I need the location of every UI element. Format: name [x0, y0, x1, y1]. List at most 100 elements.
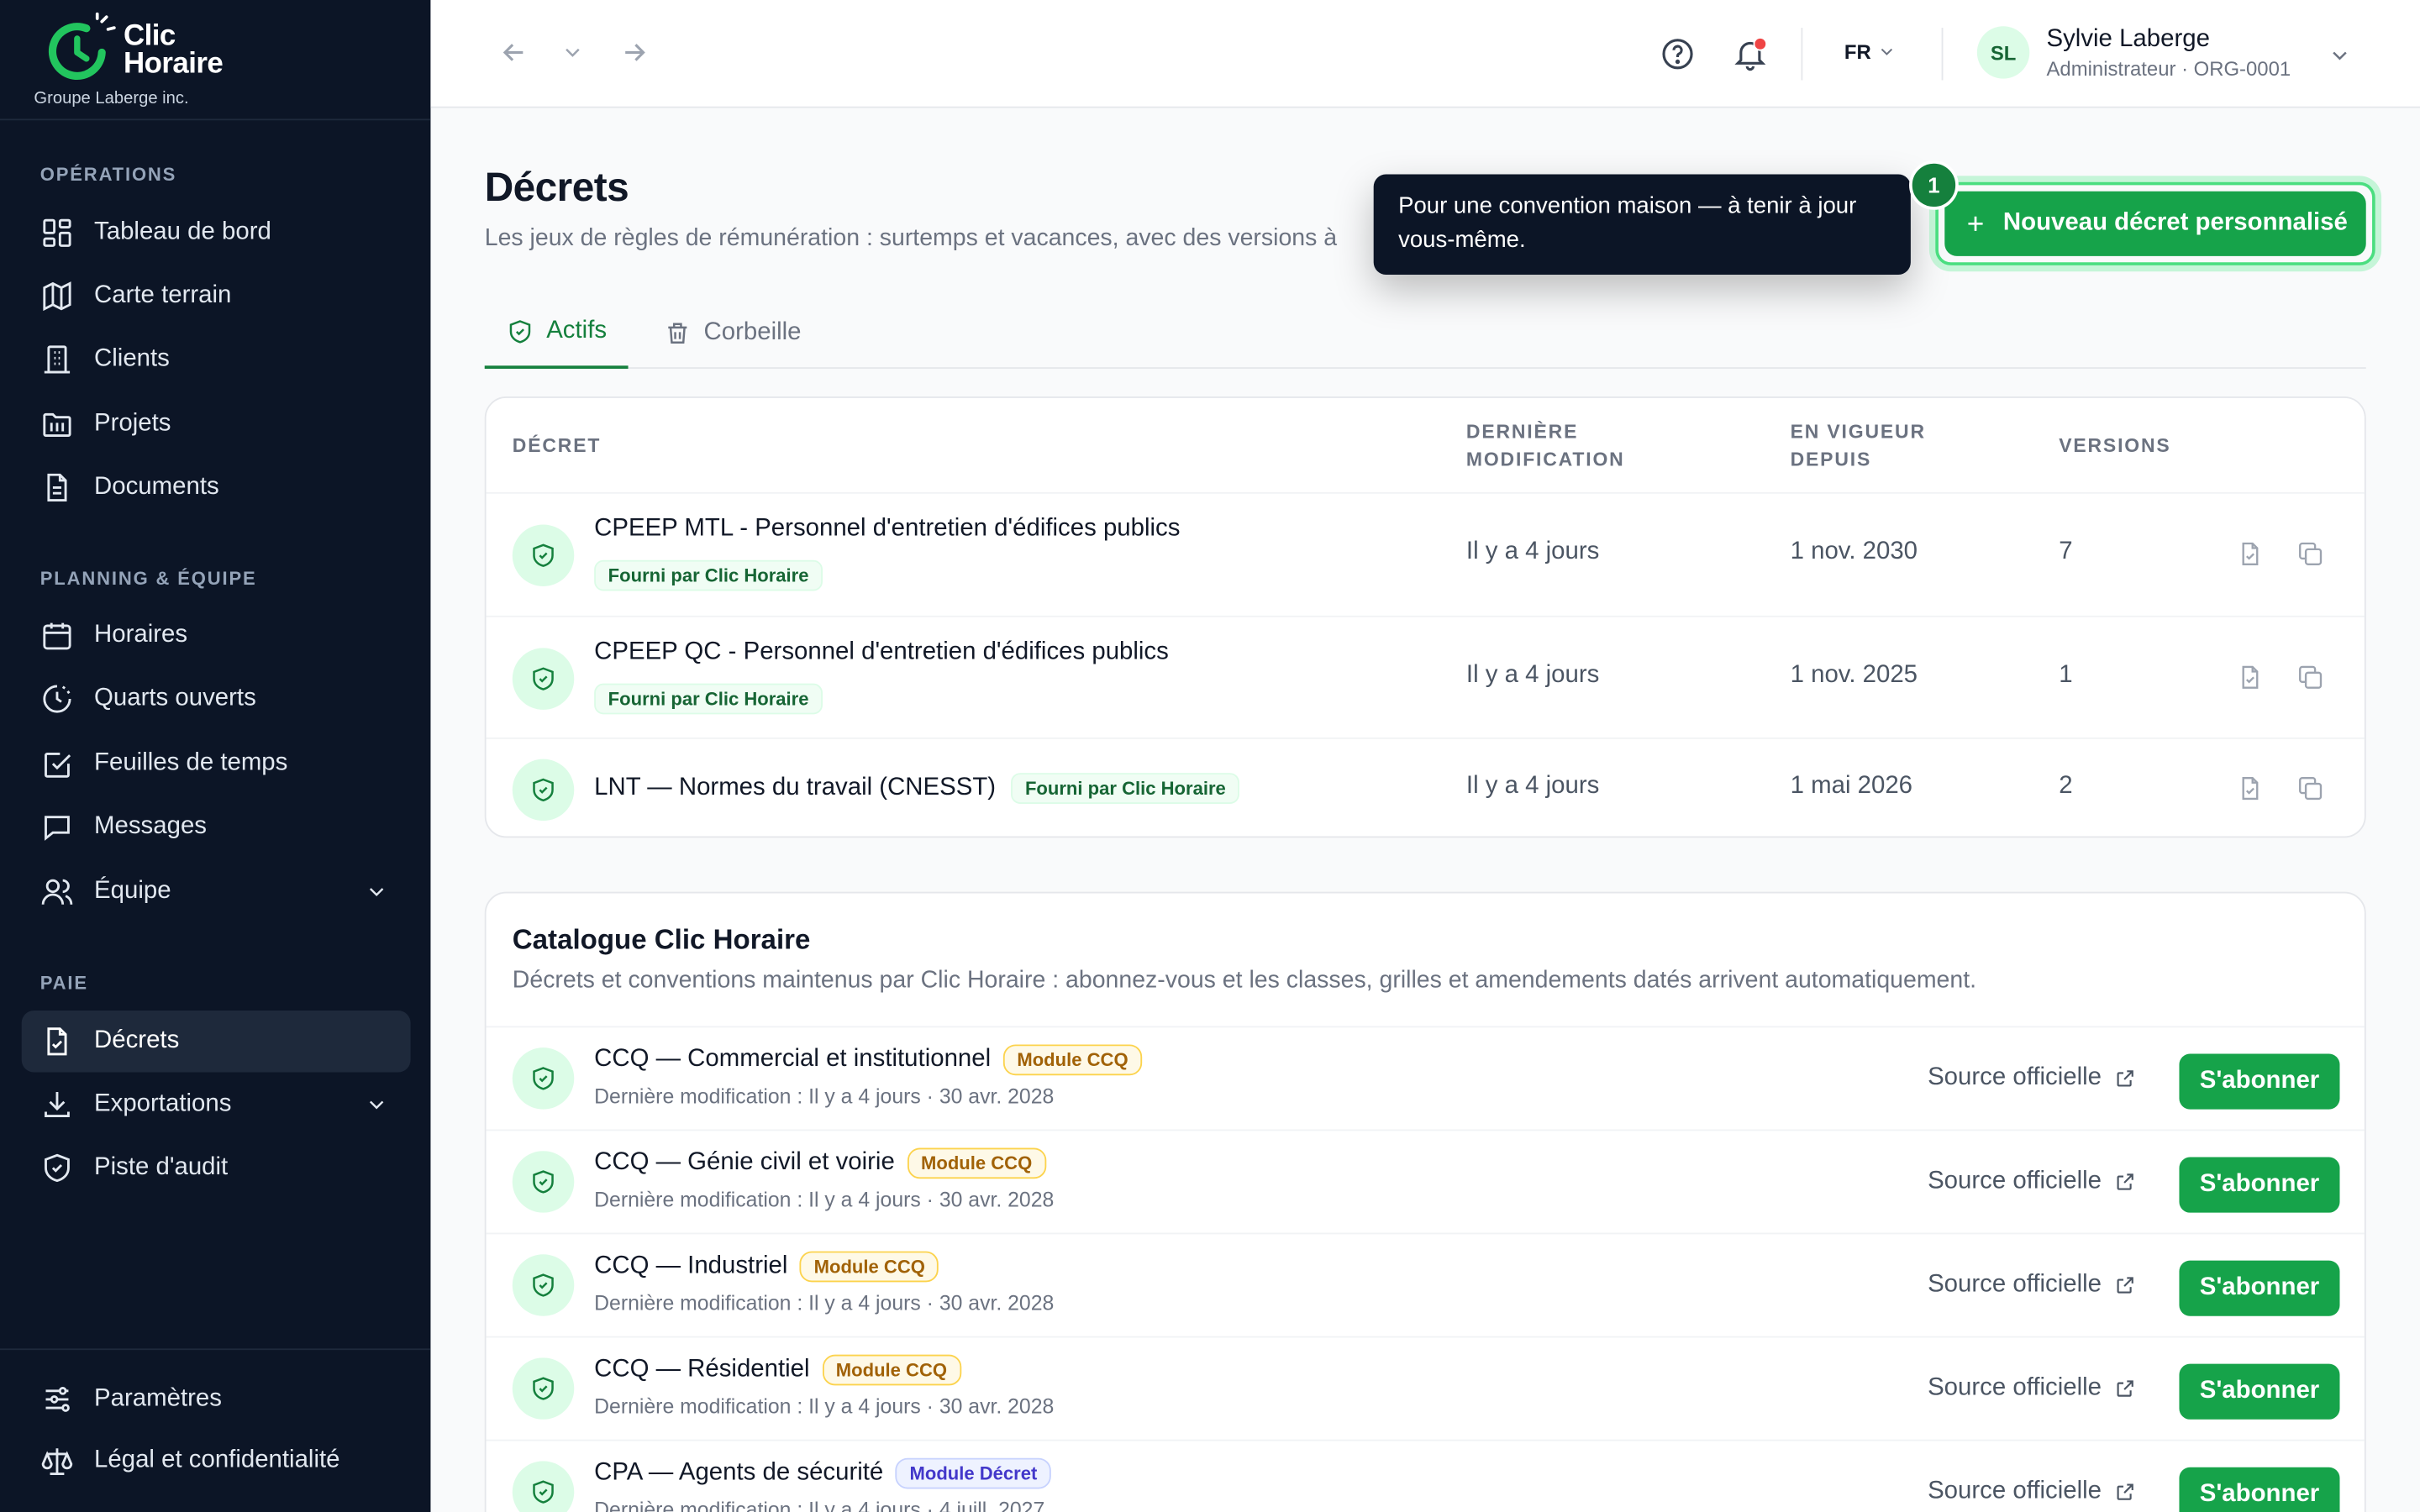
catalogue-subtitle: Décrets et conventions maintenus par Cli…: [512, 967, 1977, 994]
external-link-icon: [2116, 1070, 2133, 1087]
table-row[interactable]: CPEEP MTL - Personnel d'entretien d'édif…: [486, 491, 2365, 616]
effective-since: 1 nov. 2030: [1790, 538, 1918, 565]
sidebar-section-operations: OPÉRATIONS: [39, 163, 177, 186]
subscribe-button[interactable]: S'abonner: [2179, 1467, 2340, 1512]
main-content: Décrets Les jeux de règles de rémunérati…: [430, 108, 2420, 1512]
sidebar-item-projets[interactable]: Projets: [22, 393, 411, 454]
catalogue-item-name: CCQ — Résidentiel Module CCQ: [594, 1354, 961, 1386]
building-icon: [44, 345, 71, 374]
shield-check-icon: [512, 1254, 575, 1316]
list-item: CCQ — Commercial et institutionnel Modul…: [486, 1026, 2365, 1129]
sidebar-item-label: Quarts ouverts: [94, 685, 256, 711]
sidebar-item-horaires[interactable]: Horaires: [22, 605, 411, 666]
catalogue-item-name: CCQ — Génie civil et voirie Module CCQ: [594, 1147, 1046, 1179]
sidebar-item-label: Feuilles de temps: [94, 749, 288, 776]
arrow-left-icon[interactable]: [498, 37, 529, 68]
shield-check-icon: [512, 1461, 575, 1512]
topbar: FR SL Sylvie Laberge Administrateur · OR…: [430, 0, 2420, 108]
catalogue-item-meta: Dernière modification : Il y a 4 jours ·…: [594, 1084, 1055, 1108]
new-decret-button-highlight: Nouveau décret personnalisé: [1935, 181, 2375, 265]
folder-icon: [43, 412, 71, 438]
sidebar-item-decrets[interactable]: Décrets: [21, 1011, 411, 1073]
message-icon: [45, 816, 70, 841]
onboarding-step-badge: 1: [1909, 160, 1959, 210]
sidebar-divider: [0, 1348, 431, 1351]
sidebar: Clic Horaire Groupe Laberge inc. OPÉRATI…: [0, 0, 431, 1512]
arrow-right-icon[interactable]: [619, 37, 650, 68]
shield-check-icon: [512, 524, 575, 586]
list-item: CCQ — Industriel Module CCQ Dernière mod…: [486, 1232, 2365, 1336]
sidebar-item-documents[interactable]: Documents: [22, 457, 411, 518]
list-item: CCQ — Génie civil et voirie Module CCQ D…: [486, 1129, 2365, 1232]
brand[interactable]: Clic Horaire Groupe Laberge inc.: [34, 9, 404, 118]
brand-org: Groupe Laberge inc.: [34, 89, 189, 108]
sidebar-item-feuilles-de-temps[interactable]: Feuilles de temps: [22, 732, 411, 794]
tab-corbeille[interactable]: Corbeille: [664, 297, 802, 369]
catalogue-item-name: CCQ — Industriel Module CCQ: [594, 1251, 939, 1283]
clic-horaire-logo-icon: [48, 12, 116, 81]
sidebar-item-legal[interactable]: Légal et confidentialité: [22, 1431, 411, 1492]
subscribe-button[interactable]: S'abonner: [2179, 1260, 2340, 1316]
table-row[interactable]: CPEEP QC - Personnel d'entretien d'édifi…: [486, 615, 2365, 738]
module-badge: Module CCQ: [907, 1147, 1046, 1179]
notification-dot: [1753, 37, 1768, 51]
sidebar-item-quarts-ouverts[interactable]: Quarts ouverts: [22, 668, 411, 729]
sidebar-item-label: Projets: [94, 410, 171, 437]
brand-name: Clic Horaire: [123, 19, 224, 81]
copy-icon[interactable]: [2296, 664, 2324, 691]
file-version-icon[interactable]: [2236, 774, 2264, 802]
decret-name[interactable]: CPEEP MTL - Personnel d'entretien d'édif…: [594, 515, 1180, 543]
sidebar-item-equipe[interactable]: Équipe: [22, 861, 411, 922]
file-version-icon[interactable]: [2236, 664, 2264, 691]
subscribe-button[interactable]: S'abonner: [2179, 1363, 2340, 1420]
sidebar-item-tableau-de-bord[interactable]: Tableau de bord: [22, 202, 411, 264]
sidebar-item-parametres[interactable]: Paramètres: [22, 1368, 411, 1430]
chevron-down-icon[interactable]: [560, 40, 585, 65]
document-check-icon: [47, 1027, 67, 1056]
new-decret-button-label: Nouveau décret personnalisé: [2002, 209, 2348, 237]
chevron-down-icon[interactable]: [2328, 43, 2352, 67]
catalogue-item-meta: Dernière modification : Il y a 4 jours ·…: [594, 1394, 1055, 1418]
table-row[interactable]: LNT — Normes du travail (CNESST) Fourni …: [486, 737, 2365, 837]
tab-actifs[interactable]: Actifs: [484, 297, 629, 369]
copy-icon[interactable]: [2296, 774, 2324, 802]
official-source-link[interactable]: Source officielle: [1928, 1064, 2135, 1092]
copy-icon[interactable]: [2296, 540, 2324, 568]
sidebar-item-label: Décrets: [94, 1027, 180, 1054]
subscribe-button[interactable]: S'abonner: [2179, 1157, 2340, 1213]
new-decret-button[interactable]: Nouveau décret personnalisé: [1944, 191, 2366, 256]
sidebar-divider: [0, 118, 431, 121]
catalogue-title: Catalogue Clic Horaire: [512, 924, 811, 955]
help-icon[interactable]: [1659, 35, 1696, 72]
official-source-link[interactable]: Source officielle: [1928, 1478, 2135, 1506]
sidebar-item-messages[interactable]: Messages: [22, 796, 411, 858]
column-header-decret: DÉCRET: [512, 434, 602, 457]
subscribe-button[interactable]: S'abonner: [2179, 1053, 2340, 1110]
official-source-link[interactable]: Source officielle: [1928, 1168, 2135, 1195]
language-selector[interactable]: FR: [1844, 39, 1897, 64]
file-version-icon[interactable]: [2236, 540, 2264, 568]
list-item: CCQ — Résidentiel Module CCQ Dernière mo…: [486, 1336, 2365, 1440]
sidebar-item-label: Tableau de bord: [94, 218, 271, 246]
shield-check-icon: [512, 1047, 575, 1110]
official-source-link[interactable]: Source officielle: [1928, 1271, 2135, 1299]
official-source-link[interactable]: Source officielle: [1928, 1375, 2135, 1403]
decret-name[interactable]: CPEEP QC - Personnel d'entretien d'édifi…: [594, 638, 1169, 666]
sidebar-item-carte-terrain[interactable]: Carte terrain: [22, 265, 411, 327]
sidebar-item-label: Documents: [94, 473, 219, 501]
decret-name[interactable]: LNT — Normes du travail (CNESST) Fourni …: [594, 773, 1240, 804]
provider-badge: Fourni par Clic Horaire: [1011, 773, 1240, 804]
plus-icon: [1968, 216, 1983, 231]
shield-check-icon: [512, 648, 575, 710]
shield-check-icon: [512, 1357, 575, 1420]
sidebar-item-piste-audit[interactable]: Piste d'audit: [22, 1137, 411, 1199]
module-badge: Module CCQ: [1002, 1044, 1143, 1076]
tabs: Actifs Corbeille: [484, 297, 2366, 369]
sidebar-item-exportations[interactable]: Exportations: [22, 1074, 411, 1135]
avatar[interactable]: SL: [1976, 26, 2030, 79]
column-header-vigueur: EN VIGUEUR DEPUIS: [1790, 421, 1926, 471]
clock-icon: [43, 685, 71, 713]
user-name[interactable]: Sylvie Laberge: [2047, 26, 2210, 54]
sidebar-item-clients[interactable]: Clients: [22, 328, 411, 390]
language-label: FR: [1844, 39, 1871, 64]
